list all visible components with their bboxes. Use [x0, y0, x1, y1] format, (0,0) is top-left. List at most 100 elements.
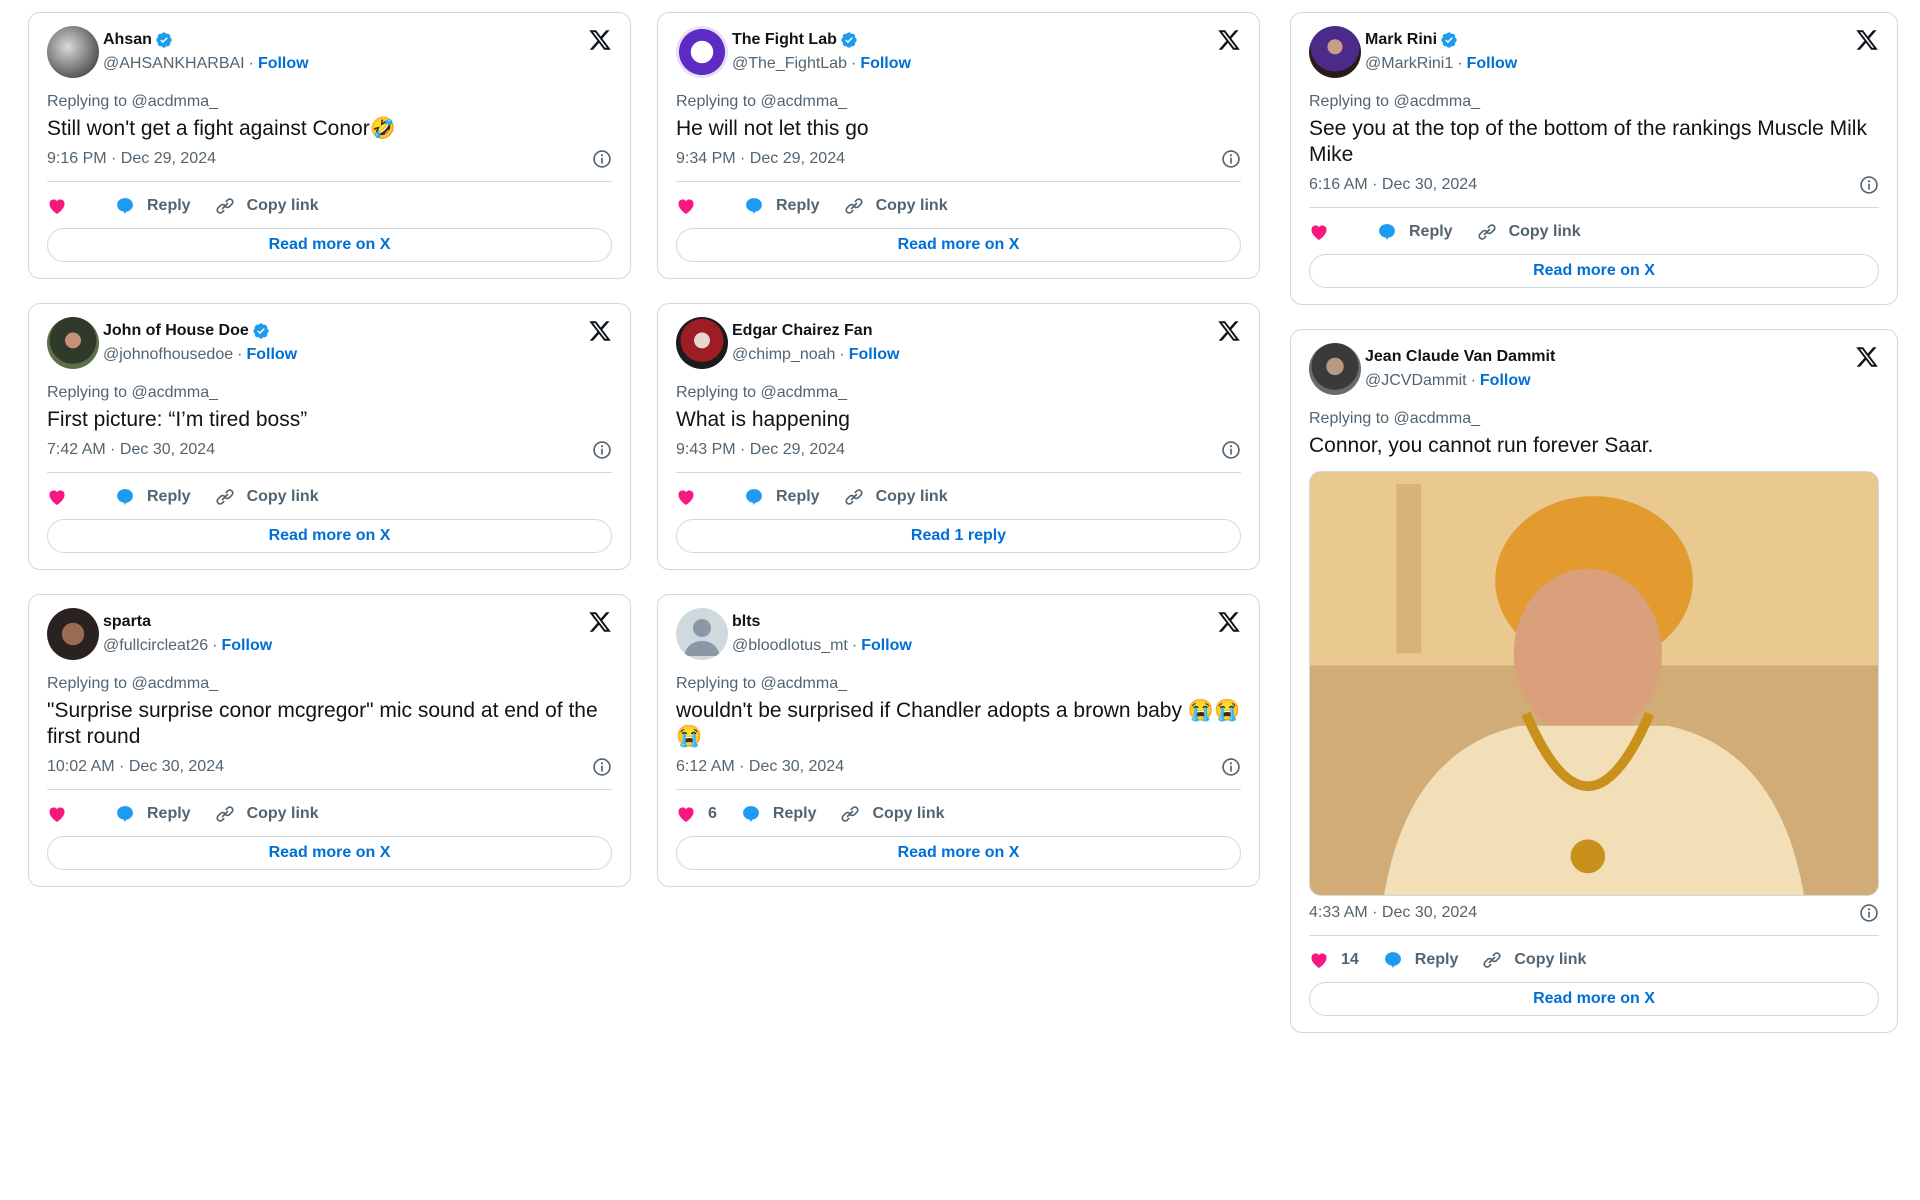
tweet-timestamp[interactable]: 9:43 PM · Dec 29, 2024	[676, 440, 845, 460]
follow-button[interactable]: Follow	[861, 637, 912, 654]
follow-button[interactable]: Follow	[246, 346, 297, 363]
tweet-timestamp[interactable]: 9:16 PM · Dec 29, 2024	[47, 149, 216, 169]
avatar[interactable]	[1309, 26, 1361, 78]
like-button[interactable]	[1309, 222, 1341, 242]
copy-link-button[interactable]: Copy link	[1477, 222, 1581, 242]
author-name[interactable]: The Fight Lab	[732, 28, 837, 52]
author-name[interactable]: blts	[732, 610, 760, 634]
like-button[interactable]: 14	[1309, 950, 1359, 970]
reply-button[interactable]: Reply	[744, 487, 820, 507]
tweet-text: Still won't get a fight against Conor🤣	[47, 117, 396, 140]
read-more-button[interactable]: Read more on X	[676, 836, 1241, 870]
read-more-button[interactable]: Read more on X	[676, 228, 1241, 262]
reply-button[interactable]: Reply	[744, 196, 820, 216]
author-handle[interactable]: @AHSANKHARBAI	[103, 55, 245, 72]
info-icon[interactable]	[1221, 149, 1241, 169]
x-logo-icon[interactable]	[1855, 345, 1879, 369]
reply-bubble-icon	[744, 487, 764, 507]
author-name[interactable]: Jean Claude Van Dammit	[1365, 345, 1555, 369]
info-icon[interactable]	[1859, 175, 1879, 195]
like-button[interactable]: 6	[676, 804, 717, 824]
author-info: Jean Claude Van Dammit @JCVDammit · Follow	[1365, 345, 1555, 393]
follow-button[interactable]: Follow	[849, 346, 900, 363]
follow-button[interactable]: Follow	[1480, 372, 1531, 389]
copy-link-button[interactable]: Copy link	[1482, 950, 1586, 970]
x-logo-icon[interactable]	[1855, 28, 1879, 52]
author-handle[interactable]: @MarkRini1	[1365, 55, 1453, 72]
like-button[interactable]	[676, 487, 708, 507]
x-logo-icon[interactable]	[588, 610, 612, 634]
tweet-timestamp[interactable]: 4:33 AM · Dec 30, 2024	[1309, 903, 1477, 923]
read-more-button[interactable]: Read more on X	[47, 228, 612, 262]
follow-button[interactable]: Follow	[258, 55, 309, 72]
tweet-timestamp[interactable]: 9:34 PM · Dec 29, 2024	[676, 149, 845, 169]
reply-button[interactable]: Reply	[115, 196, 191, 216]
tweet-timestamp[interactable]: 6:16 AM · Dec 30, 2024	[1309, 175, 1477, 195]
info-icon[interactable]	[592, 149, 612, 169]
reply-button[interactable]: Reply	[115, 487, 191, 507]
info-icon[interactable]	[1859, 903, 1879, 923]
x-logo-icon[interactable]	[588, 319, 612, 343]
author-name[interactable]: Ahsan	[103, 28, 152, 52]
reply-bubble-icon	[115, 487, 135, 507]
read-more-button[interactable]: Read more on X	[47, 836, 612, 870]
x-logo-icon[interactable]	[588, 28, 612, 52]
avatar[interactable]	[676, 26, 728, 78]
like-button[interactable]	[676, 196, 708, 216]
tweet-actions: Reply Copy link	[47, 184, 612, 228]
author-handle[interactable]: @chimp_noah	[732, 346, 835, 363]
reply-button[interactable]: Reply	[115, 804, 191, 824]
tweet-photo[interactable]	[1309, 471, 1879, 896]
avatar[interactable]	[1309, 343, 1361, 395]
reply-label: Reply	[776, 488, 820, 505]
divider	[676, 472, 1241, 473]
reply-button[interactable]: Reply	[1383, 950, 1458, 970]
copy-link-button[interactable]: Copy link	[215, 804, 319, 824]
follow-button[interactable]: Follow	[222, 637, 273, 654]
info-icon[interactable]	[1221, 440, 1241, 460]
avatar[interactable]	[676, 608, 728, 660]
reply-bubble-icon	[741, 804, 761, 824]
author-name[interactable]: sparta	[103, 610, 151, 634]
x-logo-icon[interactable]	[1217, 319, 1241, 343]
like-button[interactable]	[47, 804, 79, 824]
info-icon[interactable]	[1221, 757, 1241, 777]
tweet-timestamp[interactable]: 10:02 AM · Dec 30, 2024	[47, 757, 224, 777]
info-icon[interactable]	[592, 757, 612, 777]
author-handle[interactable]: @johnofhousedoe	[103, 346, 233, 363]
read-more-button[interactable]: Read 1 reply	[676, 519, 1241, 553]
tweet-timestamp[interactable]: 7:42 AM · Dec 30, 2024	[47, 440, 215, 460]
copy-link-button[interactable]: Copy link	[215, 196, 319, 216]
info-icon[interactable]	[592, 440, 612, 460]
reply-button[interactable]: Reply	[1377, 222, 1453, 242]
avatar[interactable]	[47, 317, 99, 369]
follow-button[interactable]: Follow	[1467, 55, 1518, 72]
tweet-timestamp[interactable]: 6:12 AM · Dec 30, 2024	[676, 757, 844, 777]
follow-button[interactable]: Follow	[860, 55, 911, 72]
copy-link-button[interactable]: Copy link	[840, 804, 945, 824]
copy-link-button[interactable]: Copy link	[844, 487, 948, 507]
author-name[interactable]: Edgar Chairez Fan	[732, 319, 872, 343]
author-handle[interactable]: @JCVDammit	[1365, 372, 1467, 389]
like-button[interactable]	[47, 487, 79, 507]
read-more-button[interactable]: Read more on X	[1309, 982, 1879, 1016]
like-button[interactable]	[47, 196, 79, 216]
avatar[interactable]	[47, 608, 99, 660]
read-more-button[interactable]: Read more on X	[1309, 254, 1879, 288]
author-handle[interactable]: @The_FightLab	[732, 55, 847, 72]
x-logo-icon[interactable]	[1217, 28, 1241, 52]
x-logo-icon[interactable]	[1217, 610, 1241, 634]
copy-link-label: Copy link	[246, 805, 319, 822]
avatar[interactable]	[47, 26, 99, 78]
reply-bubble-icon	[115, 804, 135, 824]
read-more-button[interactable]: Read more on X	[47, 519, 612, 553]
reply-button[interactable]: Reply	[741, 804, 816, 824]
avatar[interactable]	[676, 317, 728, 369]
author-name[interactable]: John of House Doe	[103, 319, 249, 343]
copy-link-button[interactable]: Copy link	[844, 196, 948, 216]
author-handle[interactable]: @bloodlotus_mt	[732, 637, 848, 654]
author-name[interactable]: Mark Rini	[1365, 28, 1437, 52]
copy-link-button[interactable]: Copy link	[215, 487, 319, 507]
copy-link-label: Copy link	[872, 805, 945, 822]
author-handle[interactable]: @fullcircleat26	[103, 637, 208, 654]
